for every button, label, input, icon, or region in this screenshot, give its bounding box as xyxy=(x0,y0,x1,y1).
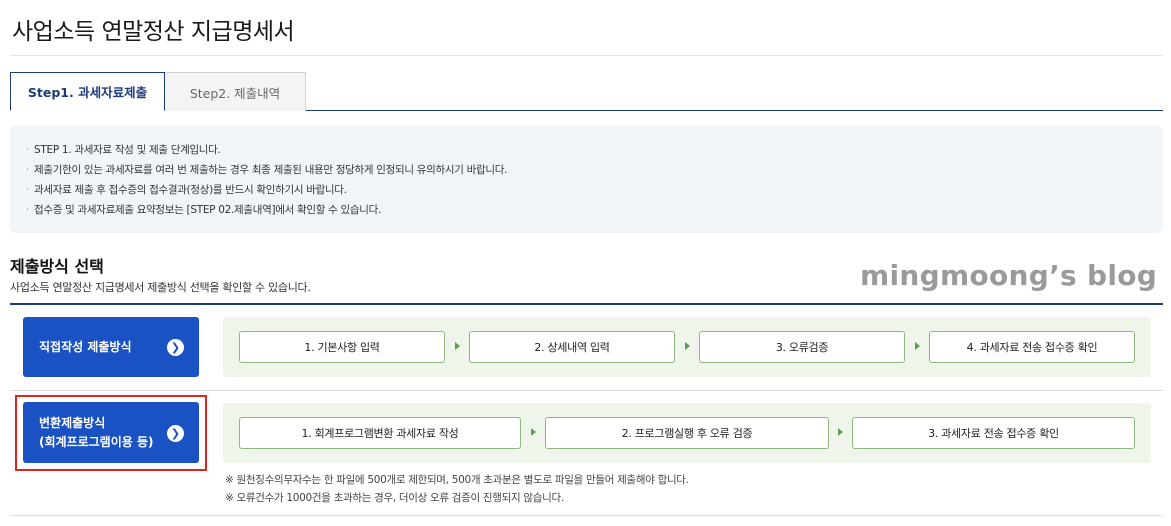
page-title: 사업소득 연말정산 지급명세서 xyxy=(12,19,295,45)
step-arrow-icon xyxy=(531,428,536,436)
tab-step1[interactable]: Step1. 과세자료제출 xyxy=(10,72,165,111)
direct-step-4: 4. 과세자료 전송 접수증 확인 xyxy=(929,331,1135,363)
bullet-icon: · xyxy=(26,165,29,175)
section-description: 사업소득 연말정산 지급명세서 제출방식 선택을 확인할 수 있습니다. xyxy=(10,281,311,294)
section-divider xyxy=(10,303,1163,305)
chevron-right-icon: ❯ xyxy=(167,339,184,356)
step-arrow-icon xyxy=(455,342,460,350)
convert-step-3: 3. 과세자료 전송 접수증 확인 xyxy=(852,417,1135,449)
blog-watermark: mingmoong’s blog xyxy=(860,259,1158,292)
bullet-icon: · xyxy=(26,205,29,215)
bullet-icon: · xyxy=(26,145,29,155)
direct-step-1: 1. 기본사항 입력 xyxy=(239,331,445,363)
step-arrow-icon xyxy=(685,342,690,350)
notice-item: · STEP 1. 과세자료 작성 및 제출 단계입니다. xyxy=(26,144,221,156)
convert-note-2: ※ 오류건수가 1000건을 초과하는 경우, 더이상 오류 검증이 진행되지 … xyxy=(225,492,564,504)
direct-step-2: 2. 상세내역 입력 xyxy=(469,331,675,363)
direct-step-3: 3. 오류검증 xyxy=(699,331,905,363)
notice-item: · 과세자료 제출 후 접수증의 접수결과(정상)를 반드시 확인하기시 바랍니다… xyxy=(26,184,347,196)
title-divider xyxy=(10,55,1163,56)
bullet-icon: · xyxy=(26,185,29,195)
convert-step-2: 2. 프로그램실행 후 오류 검증 xyxy=(545,417,829,449)
notice-item: · 제출기한이 있는 과세자료를 여러 번 제출하는 경우 최종 제출된 내용만 … xyxy=(26,164,508,176)
chevron-right-icon: ❯ xyxy=(167,424,184,442)
convert-steps-panel: 1. 회계프로그램변환 과세자료 작성 2. 프로그램실행 후 오류 검증 3.… xyxy=(223,403,1151,463)
direct-method-button[interactable]: 직접작성 제출방식 ❯ xyxy=(23,317,199,377)
convert-method-label: 변환제출방식 (회계프로그램이용 등) xyxy=(39,415,154,449)
tab-step2[interactable]: Step2. 제출내역 xyxy=(165,72,306,111)
convert-step-1: 1. 회계프로그램변환 과세자료 작성 xyxy=(239,417,521,449)
convert-method-button[interactable]: 변환제출방식 (회계프로그램이용 등) ❯ xyxy=(23,402,199,463)
direct-method-label: 직접작성 제출방식 xyxy=(39,339,132,354)
direct-steps-panel: 1. 기본사항 입력 2. 상세내역 입력 3. 오류검증 4. 과세자료 전송… xyxy=(223,317,1151,377)
notice-box: · STEP 1. 과세자료 작성 및 제출 단계입니다. · 제출기한이 있는 과… xyxy=(10,126,1163,233)
step-tabs: Step1. 과세자료제출 Step2. 제출내역 xyxy=(10,72,1163,111)
section-title: 제출방식 선택 xyxy=(10,257,104,276)
notice-item: · 접수증 및 과세자료제출 요약정보는 [STEP 02.제출내역]에서 확인할… xyxy=(26,204,382,216)
row-divider xyxy=(10,515,1163,516)
step-arrow-icon xyxy=(915,342,920,350)
row-divider xyxy=(10,390,1163,391)
step-arrow-icon xyxy=(838,428,843,436)
convert-note-1: ※ 원천징수의무자수는 한 파일에 500개로 제한되며, 500개 초과분은 … xyxy=(225,474,689,486)
